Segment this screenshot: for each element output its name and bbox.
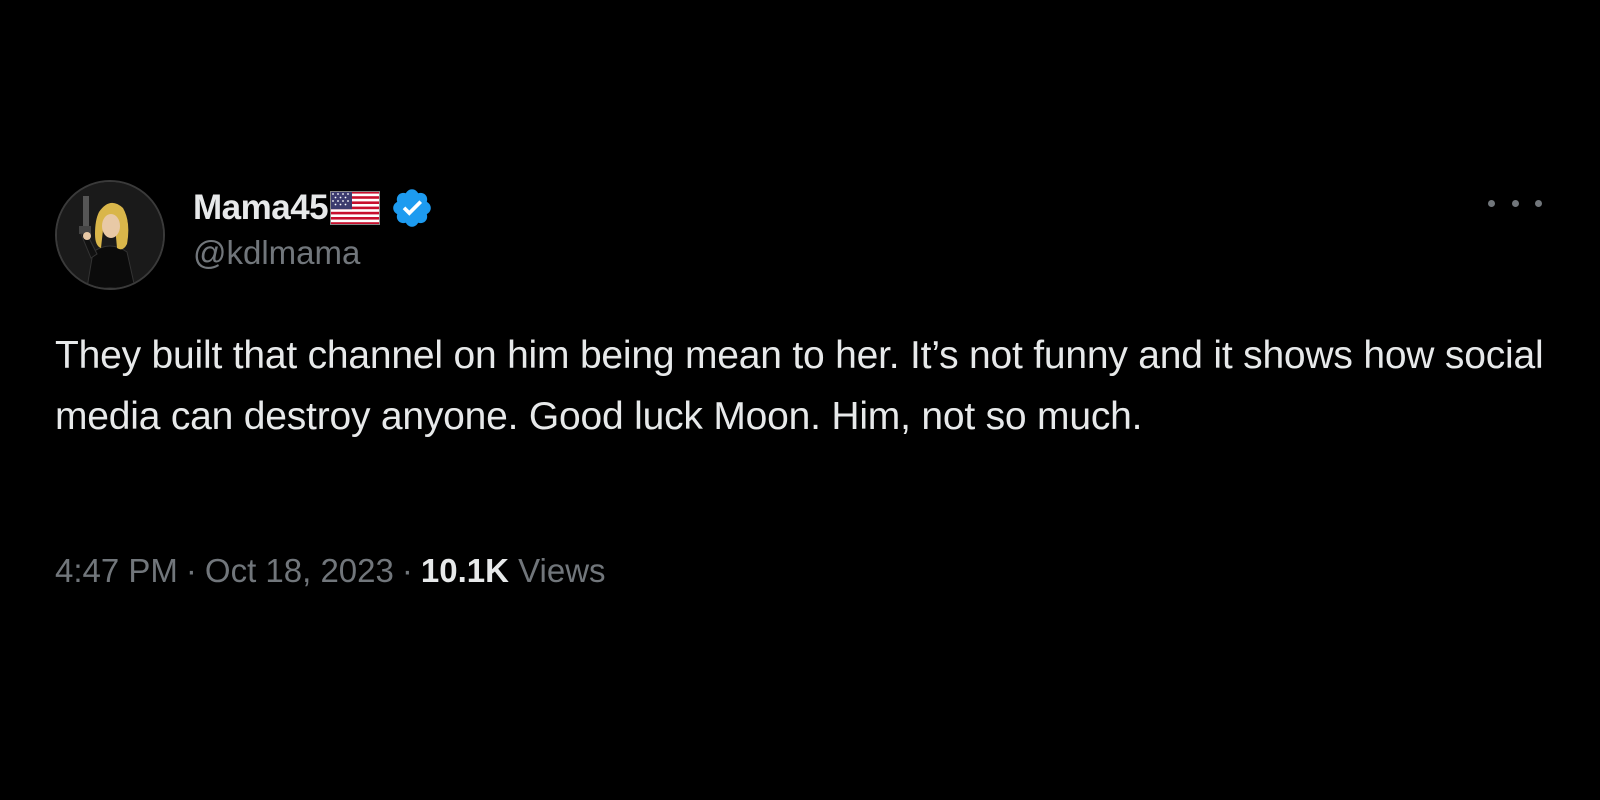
verified-badge-icon[interactable] [390, 186, 434, 230]
views-label: Views [518, 552, 606, 589]
name-row: Mama45 [193, 186, 434, 230]
more-options-icon[interactable] [1488, 188, 1542, 218]
more-dot [1511, 199, 1519, 207]
user-handle[interactable]: @kdlmama [193, 234, 434, 272]
tweet-date[interactable]: Oct 18, 2023 [205, 552, 394, 589]
tweet-meta: 4:47 PM · Oct 18, 2023 · 10.1K Views [55, 552, 606, 590]
tweet-header: Mama45 @kdlmama [193, 186, 434, 272]
views-count[interactable]: 10.1K [421, 552, 509, 589]
avatar-image [57, 182, 163, 288]
more-dot [1535, 199, 1542, 207]
separator: · [185, 552, 197, 589]
tweet-text: They built that channel on him being mea… [55, 334, 1544, 438]
us-flag-icon [330, 191, 381, 225]
avatar[interactable] [55, 180, 165, 290]
more-dot [1488, 199, 1495, 207]
display-name[interactable]: Mama45 [193, 188, 329, 228]
tweet-time[interactable]: 4:47 PM [55, 552, 178, 589]
tweet-card: Mama45 @kdlmama They built that channel … [0, 0, 1600, 800]
separator: · [401, 552, 413, 589]
